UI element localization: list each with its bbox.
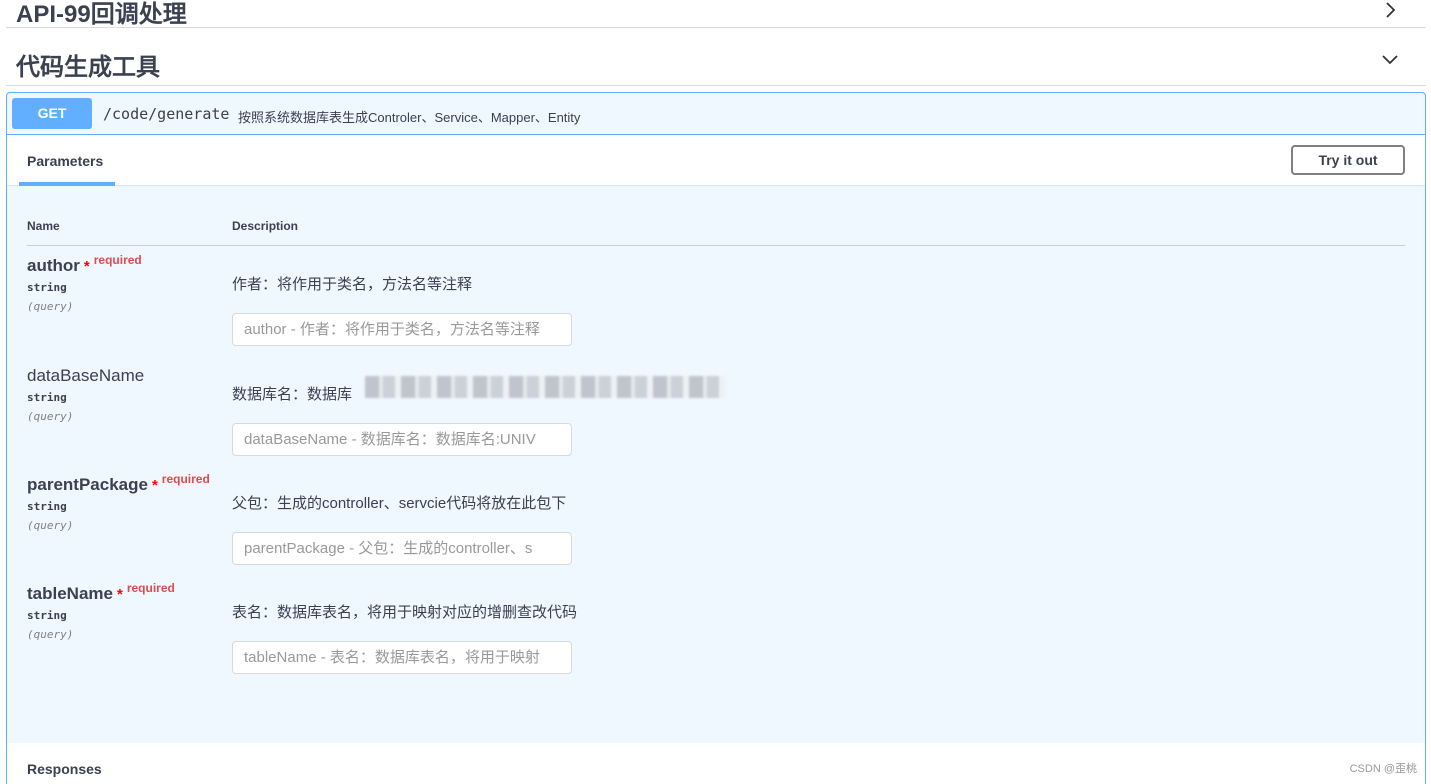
operation-description: 按照系统数据库表生成Controler、Service、Mapper、Entit…	[238, 110, 581, 125]
parameter-row: author * required string (query) 作者：将作用于类名…	[27, 253, 1405, 364]
author-input[interactable]	[232, 313, 572, 346]
param-name: author * required	[27, 253, 142, 275]
watermark: CSDN @歪桃	[1349, 763, 1417, 775]
column-header-description: Description	[232, 219, 299, 233]
param-type: string	[27, 391, 67, 404]
parameters-header: Parameters Try it out	[7, 135, 1425, 186]
chevron-down-icon[interactable]	[1380, 49, 1400, 69]
operation-path: /code/generate	[103, 105, 230, 123]
param-in: (query)	[27, 410, 74, 423]
param-description: 数据库名：数据库	[232, 386, 353, 403]
tab-parameters-label: Parameters	[27, 153, 104, 169]
method-badge: GET	[12, 98, 92, 129]
header-divider	[27, 245, 1405, 246]
operation-block: GET /code/generate 按照系统数据库表生成Controler、S…	[6, 92, 1426, 784]
param-in: (query)	[27, 628, 74, 641]
chevron-right-icon[interactable]	[1380, 0, 1400, 20]
tag-section-callback[interactable]: API-99回调处理	[6, 0, 1426, 28]
tab-parameters[interactable]: Parameters	[19, 135, 115, 186]
database-name-input[interactable]	[232, 423, 572, 456]
tag-title: 代码生成工具	[16, 54, 160, 81]
column-header-name: Name	[27, 219, 60, 233]
required-label: required	[161, 472, 210, 486]
parent-package-input[interactable]	[232, 532, 572, 565]
operation-summary[interactable]: GET /code/generate 按照系统数据库表生成Controler、S…	[7, 93, 1425, 135]
parameter-row: parentPackage * required string (query) 父包…	[27, 472, 1405, 583]
redacted-text	[365, 376, 725, 398]
param-in: (query)	[27, 519, 74, 532]
try-it-out-button[interactable]: Try it out	[1291, 145, 1405, 175]
param-type: string	[27, 500, 67, 513]
param-name: tableName * required	[27, 581, 175, 603]
param-description: 作者：将作用于类名，方法名等注释	[232, 276, 473, 293]
tag-title: API-99回调处理	[16, 1, 187, 28]
param-name: parentPackage * required	[27, 472, 210, 494]
param-description: 表名：数据库表名，将用于映射对应的增删查改代码	[232, 604, 578, 621]
param-type: string	[27, 281, 67, 294]
required-label: required	[93, 253, 142, 267]
param-description: 父包：生成的controller、servcie代码将放在此包下	[232, 495, 567, 512]
parameter-row: tableName * required string (query) 表名：数据库…	[27, 581, 1405, 692]
param-type: string	[27, 609, 67, 622]
tab-active-indicator	[19, 182, 115, 186]
tag-section-code-generator[interactable]: 代码生成工具	[6, 29, 1426, 86]
responses-title: Responses	[27, 761, 102, 777]
required-label: required	[126, 581, 175, 595]
param-name: dataBaseName	[27, 366, 145, 385]
responses-section: Responses	[7, 743, 1425, 784]
table-name-input[interactable]	[232, 641, 572, 674]
param-in: (query)	[27, 300, 74, 313]
